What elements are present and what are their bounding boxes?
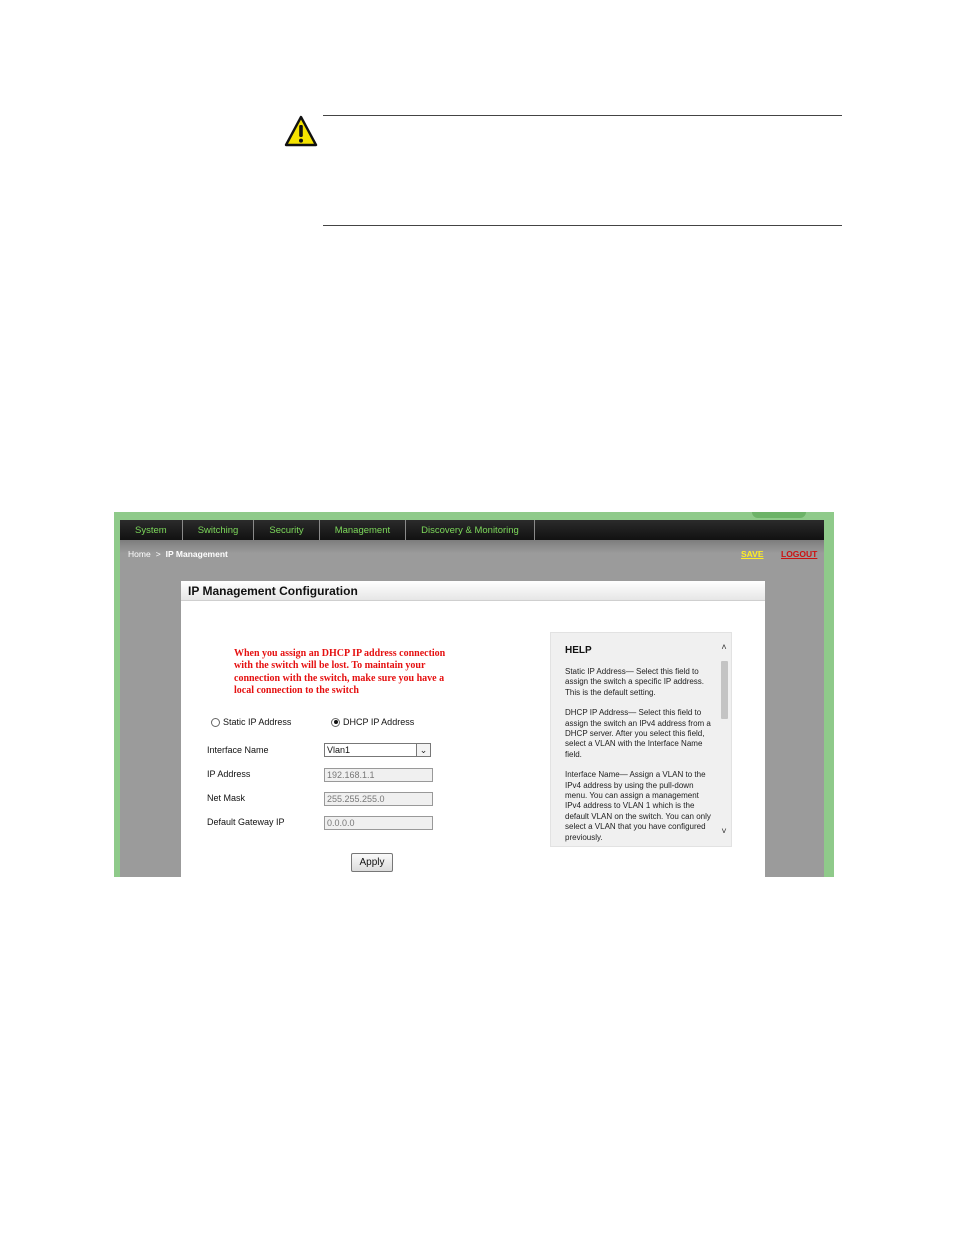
warning-line: When you assign an DHCP IP address conne… [234,648,446,659]
warning-line: connection with the switch, make sure yo… [234,672,445,684]
dhcp-ip-option[interactable]: DHCP IP Address [331,717,414,727]
interface-name-label: Interface Name [207,745,269,755]
dhcp-ip-radio[interactable] [331,717,340,727]
help-panel: HELP Static IP Address— Select this fiel… [550,632,732,847]
panel-title: IP Management Configuration [188,584,358,598]
help-paragraph: Interface Name— Assign a VLAN to the IPv… [565,770,711,842]
static-ip-option[interactable]: Static IP Address [211,717,291,727]
breadcrumb-separator: > [155,549,161,559]
net-mask-label: Net Mask [207,793,246,803]
static-ip-label: Static IP Address [223,717,292,727]
main-nav: System Switching Security Management Dis… [120,520,824,540]
logout-link[interactable]: LOGOUT [781,549,817,559]
caution-bottom-rule [323,225,842,226]
save-link[interactable]: SAVE [741,549,764,559]
nav-switching[interactable]: Switching [183,520,255,540]
static-ip-radio[interactable] [211,717,220,727]
help-body: Static IP Address— Select this field to … [565,667,713,846]
breadcrumb-bar: Home > IP Management SAVE LOGOUT [120,540,824,573]
switch-web-interface: System Switching Security Management Dis… [120,520,824,877]
interface-name-value: Vlan1 [327,745,351,755]
scroll-thumb[interactable] [721,661,728,719]
warning-line: local connection to the switch [234,685,359,697]
breadcrumb-current: IP Management [165,549,228,559]
help-paragraph: DHCP IP Address— Select this field to as… [565,708,711,759]
net-mask-input[interactable] [324,792,433,806]
breadcrumb-home[interactable]: Home [128,549,151,559]
chevron-down-icon[interactable]: ˅ [718,825,730,837]
nav-discovery-monitoring[interactable]: Discovery & Monitoring [406,520,535,540]
nav-security[interactable]: Security [254,520,320,540]
apply-button[interactable]: Apply [351,853,393,872]
caution-top-rule [323,115,842,116]
web-ui-screenshot: System Switching Security Management Dis… [114,512,834,877]
help-paragraph: Static IP Address— Select this field to … [565,667,705,697]
ip-address-input[interactable] [324,768,433,782]
default-gateway-input[interactable] [324,816,433,830]
ip-management-panel: IP Management Configuration When you ass… [181,581,765,877]
ip-address-label: IP Address [207,769,251,779]
frame-accent [752,512,806,518]
caution-triangle-icon [284,115,318,147]
help-title: HELP [565,645,592,656]
panel-header: IP Management Configuration [181,581,765,601]
warning-line: with the switch will be lost. To maintai… [234,660,426,672]
chevron-up-icon[interactable]: ˄ [718,641,730,653]
chevron-down-icon[interactable]: ⌄ [416,744,430,756]
nav-system[interactable]: System [120,520,183,540]
help-scrollbar[interactable]: ˄ ˅ [718,641,730,837]
interface-name-select[interactable]: Vlan1 ⌄ [324,743,431,757]
default-gateway-label: Default Gateway IP [207,817,285,827]
dhcp-warning-text: When you assign an DHCP IP address conne… [234,648,474,698]
breadcrumb: Home > IP Management [128,549,228,559]
nav-management[interactable]: Management [320,520,407,540]
dhcp-ip-label: DHCP IP Address [343,717,415,727]
